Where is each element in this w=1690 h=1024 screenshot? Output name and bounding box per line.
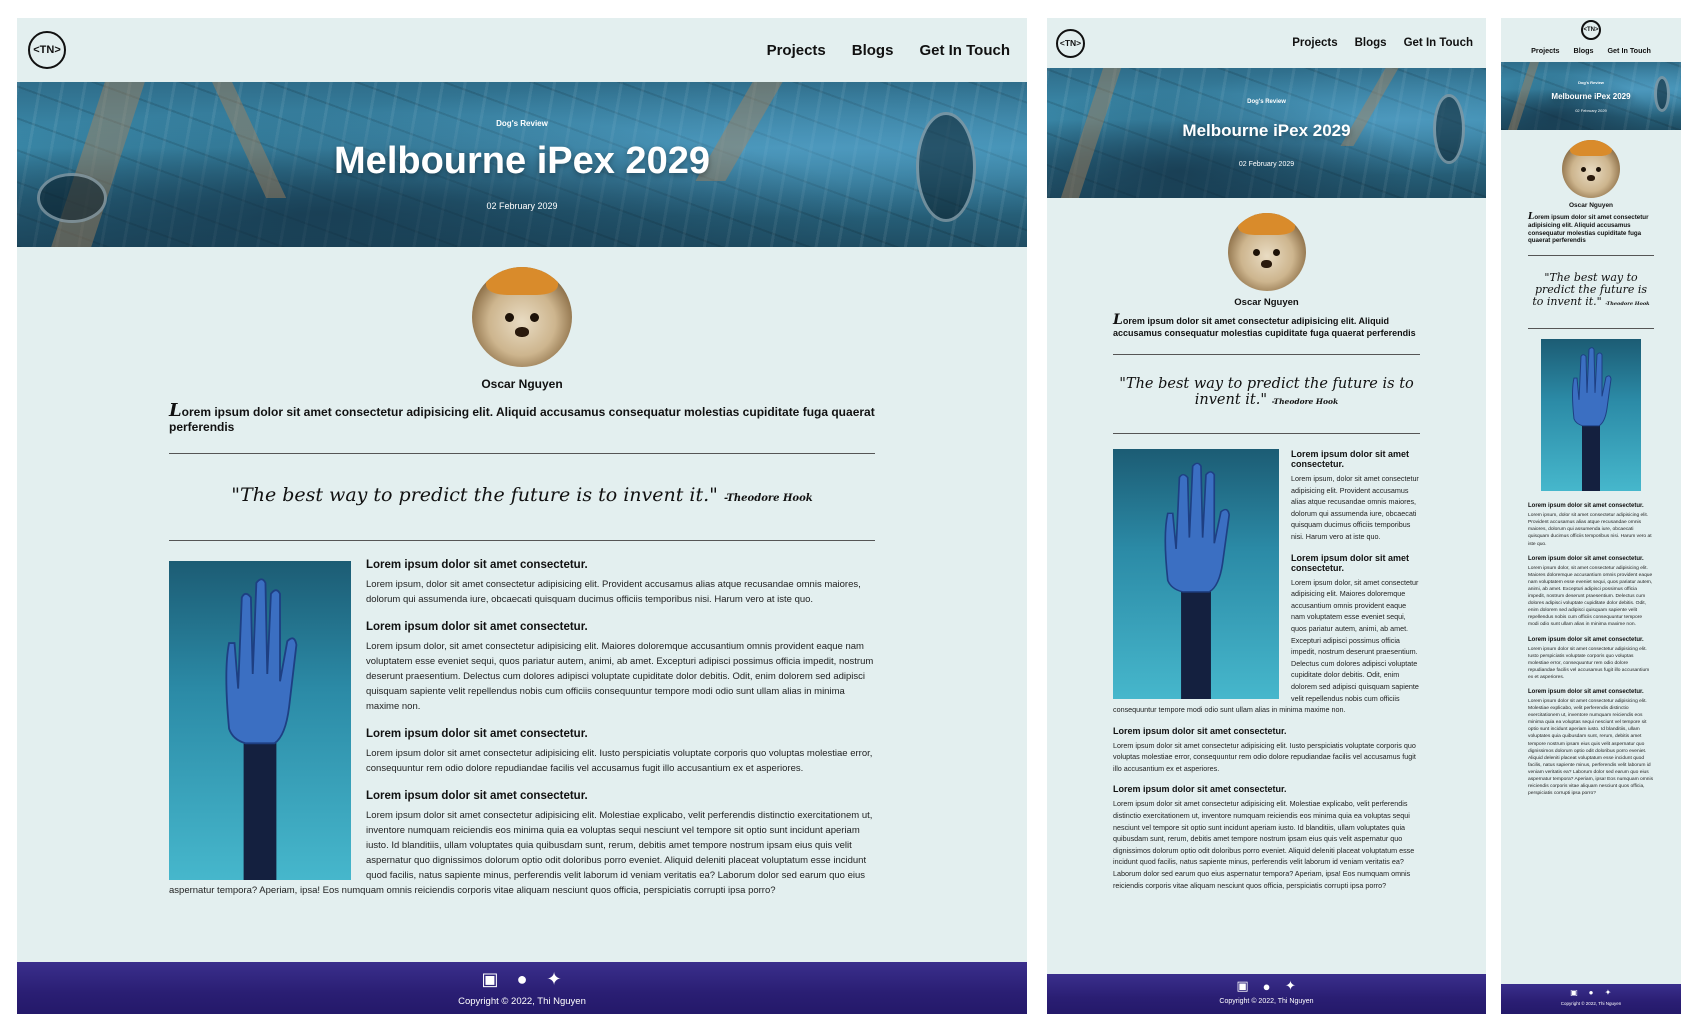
author-name: Oscar Nguyen <box>481 377 563 391</box>
nav-blogs-link[interactable]: Blogs <box>852 42 894 59</box>
lead-dropcap: L <box>1113 312 1123 328</box>
article-lead: Lorem ipsum dolor sit amet consectetur a… <box>1528 213 1654 245</box>
pull-quote: "The best way to predict the future is t… <box>1113 370 1420 418</box>
hero-banner: Dog's Review Melbourne iPex 2029 02 Febr… <box>1047 68 1486 198</box>
article-lead: Lorem ipsum dolor sit amet consectetur a… <box>169 400 875 435</box>
navbar: <TN> Projects Blogs Get In Touch <box>17 18 1027 82</box>
hero-banner: Dog's Review Melbourne iPex 2029 02 Febr… <box>1501 62 1681 130</box>
copyright: Copyright © 2022, Thi Nguyen <box>1219 998 1314 1005</box>
twitter-icon[interactable]: ✦ <box>1603 987 1614 998</box>
linkedin-icon[interactable]: ▣ <box>479 968 501 990</box>
site-logo[interactable]: <TN> <box>28 31 66 69</box>
nav-blogs-link[interactable]: Blogs <box>1574 46 1594 55</box>
responsive-preview-stage: <TN> Projects Blogs Get In Touch Dog's R… <box>0 0 1690 1024</box>
nav-get-in-touch-link[interactable]: Get In Touch <box>919 42 1010 59</box>
github-icon[interactable]: ● <box>511 968 533 990</box>
footer: ▣ ● ✦ Copyright © 2022, Thi Nguyen <box>17 962 1027 1014</box>
twitter-icon[interactable]: ✦ <box>1283 978 1299 994</box>
desktop-preview: <TN> Projects Blogs Get In Touch Dog's R… <box>17 18 1027 1014</box>
section-paragraph: Lorem ipsum dolor sit amet consectetur a… <box>1528 698 1654 797</box>
quote-attribution: -Theodore Hook <box>1605 301 1650 308</box>
article: Oscar Nguyen Lorem ipsum dolor sit amet … <box>1047 198 1486 901</box>
site-logo[interactable]: <TN> <box>1056 28 1085 58</box>
section-heading: Lorem ipsum dolor sit amet consectetur. <box>1528 555 1644 562</box>
copyright: Copyright © 2022, Thi Nguyen <box>1560 1001 1622 1006</box>
nav-links: Projects Blogs Get In Touch <box>1275 37 1473 49</box>
nav-blogs-link[interactable]: Blogs <box>1355 37 1387 49</box>
hero-title: Melbourne iPex 2029 <box>1182 120 1351 140</box>
divider <box>1113 433 1420 434</box>
nav-get-in-touch-link[interactable]: Get In Touch <box>1607 46 1650 55</box>
article-body: Lorem ipsum dolor sit amet consectetur. … <box>1528 503 1654 797</box>
hero-title: Melbourne iPex 2029 <box>334 139 710 182</box>
article: Oscar Nguyen Lorem ipsum dolor sit amet … <box>1501 130 1681 797</box>
robot-hand-image <box>169 561 351 880</box>
footer: ▣ ● ✦ Copyright © 2022, Thi Nguyen <box>1047 974 1486 1014</box>
lead-text: orem ipsum dolor sit amet consectetur ad… <box>169 405 875 434</box>
section-heading: Lorem ipsum dolor sit amet consectetur. <box>1528 503 1644 510</box>
section-paragraph: Lorem ipsum dolor sit amet consectetur a… <box>1113 799 1415 890</box>
divider <box>1528 328 1654 330</box>
robot-hand-image <box>1541 339 1641 492</box>
article-lead: Lorem ipsum dolor sit amet consectetur a… <box>1113 312 1420 339</box>
author-avatar <box>472 267 572 367</box>
quote-text: "The best way to predict the future is t… <box>1119 376 1414 408</box>
nav-links: Projects Blogs Get In Touch <box>741 42 1010 59</box>
lead-dropcap: L <box>169 400 182 421</box>
hero-date: 02 February 2029 <box>1575 107 1607 113</box>
author-avatar <box>1562 140 1620 198</box>
hero-date: 02 February 2029 <box>1238 160 1295 168</box>
navbar: <TN> Projects Blogs Get In Touch <box>1501 18 1681 62</box>
linkedin-icon[interactable]: ▣ <box>1569 987 1580 998</box>
section-heading: Lorem ipsum dolor sit amet consectetur. <box>1113 725 1287 736</box>
author-name: Oscar Nguyen <box>1234 297 1299 308</box>
divider <box>169 453 875 454</box>
author-avatar <box>1227 213 1306 291</box>
robot-hand-image <box>1113 449 1279 699</box>
nav-get-in-touch-link[interactable]: Get In Touch <box>1404 37 1473 49</box>
twitter-icon[interactable]: ✦ <box>543 968 565 990</box>
divider <box>1528 255 1654 257</box>
hero-banner: Dog's Review Melbourne iPex 2029 02 Febr… <box>17 82 1027 247</box>
hero-date: 02 February 2029 <box>486 200 558 211</box>
github-icon[interactable]: ● <box>1259 978 1275 994</box>
pull-quote: "The best way to predict the future is t… <box>169 472 875 522</box>
section-paragraph: Lorem ipsum, dolor sit amet consectetur … <box>1528 513 1652 547</box>
section-heading: Lorem ipsum dolor sit amet consectetur. <box>1528 688 1644 695</box>
nav-links: Projects Blogs Get In Touch <box>1524 46 1658 55</box>
hero-category: Dog's Review <box>496 118 548 128</box>
quote-attribution: -Theodore Hook <box>1271 397 1339 406</box>
divider <box>1113 354 1420 355</box>
mobile-preview: <TN> Projects Blogs Get In Touch Dog's R… <box>1501 18 1681 1014</box>
lead-text: orem ipsum dolor sit amet consectetur ad… <box>1113 316 1416 338</box>
hero-category: Dog's Review <box>1578 79 1604 85</box>
quote-text: "The best way to predict the future is t… <box>231 484 718 506</box>
social-icons: ▣ ● ✦ <box>17 968 1027 990</box>
author-name: Oscar Nguyen <box>1568 202 1614 209</box>
linkedin-icon[interactable]: ▣ <box>1235 978 1251 994</box>
github-icon[interactable]: ● <box>1586 987 1597 998</box>
pull-quote: "The best way to predict the future is t… <box>1528 266 1654 318</box>
copyright: Copyright © 2022, Thi Nguyen <box>458 996 586 1007</box>
section-heading: Lorem ipsum dolor sit amet consectetur. <box>1528 636 1644 643</box>
nav-projects-link[interactable]: Projects <box>767 42 826 59</box>
social-icons: ▣ ● ✦ <box>1501 987 1681 998</box>
section-paragraph: Lorem ipsum dolor sit amet consectetur a… <box>1528 646 1650 680</box>
hero-title: Melbourne iPex 2029 <box>1551 91 1631 101</box>
tablet-preview: <TN> Projects Blogs Get In Touch Dog's R… <box>1047 18 1486 1014</box>
section-paragraph: Lorem ipsum dolor, sit amet consectetur … <box>1528 565 1653 628</box>
nav-projects-link[interactable]: Projects <box>1531 46 1559 55</box>
social-icons: ▣ ● ✦ <box>1047 978 1486 994</box>
section-heading: Lorem ipsum dolor sit amet consectetur. <box>1113 784 1287 795</box>
divider <box>169 540 875 541</box>
navbar: <TN> Projects Blogs Get In Touch <box>1047 18 1486 68</box>
section-paragraph: Lorem ipsum dolor sit amet consectetur a… <box>1113 740 1416 773</box>
nav-projects-link[interactable]: Projects <box>1292 37 1337 49</box>
hero-category: Dog's Review <box>1247 98 1286 105</box>
lead-text: orem ipsum dolor sit amet consectetur ad… <box>1528 214 1649 245</box>
footer: ▣ ● ✦ Copyright © 2022, Thi Nguyen <box>1501 984 1681 1014</box>
site-logo[interactable]: <TN> <box>1581 20 1601 40</box>
article: Oscar Nguyen Lorem ipsum dolor sit amet … <box>17 247 1027 912</box>
quote-attribution: -Theodore Hook <box>723 493 813 504</box>
